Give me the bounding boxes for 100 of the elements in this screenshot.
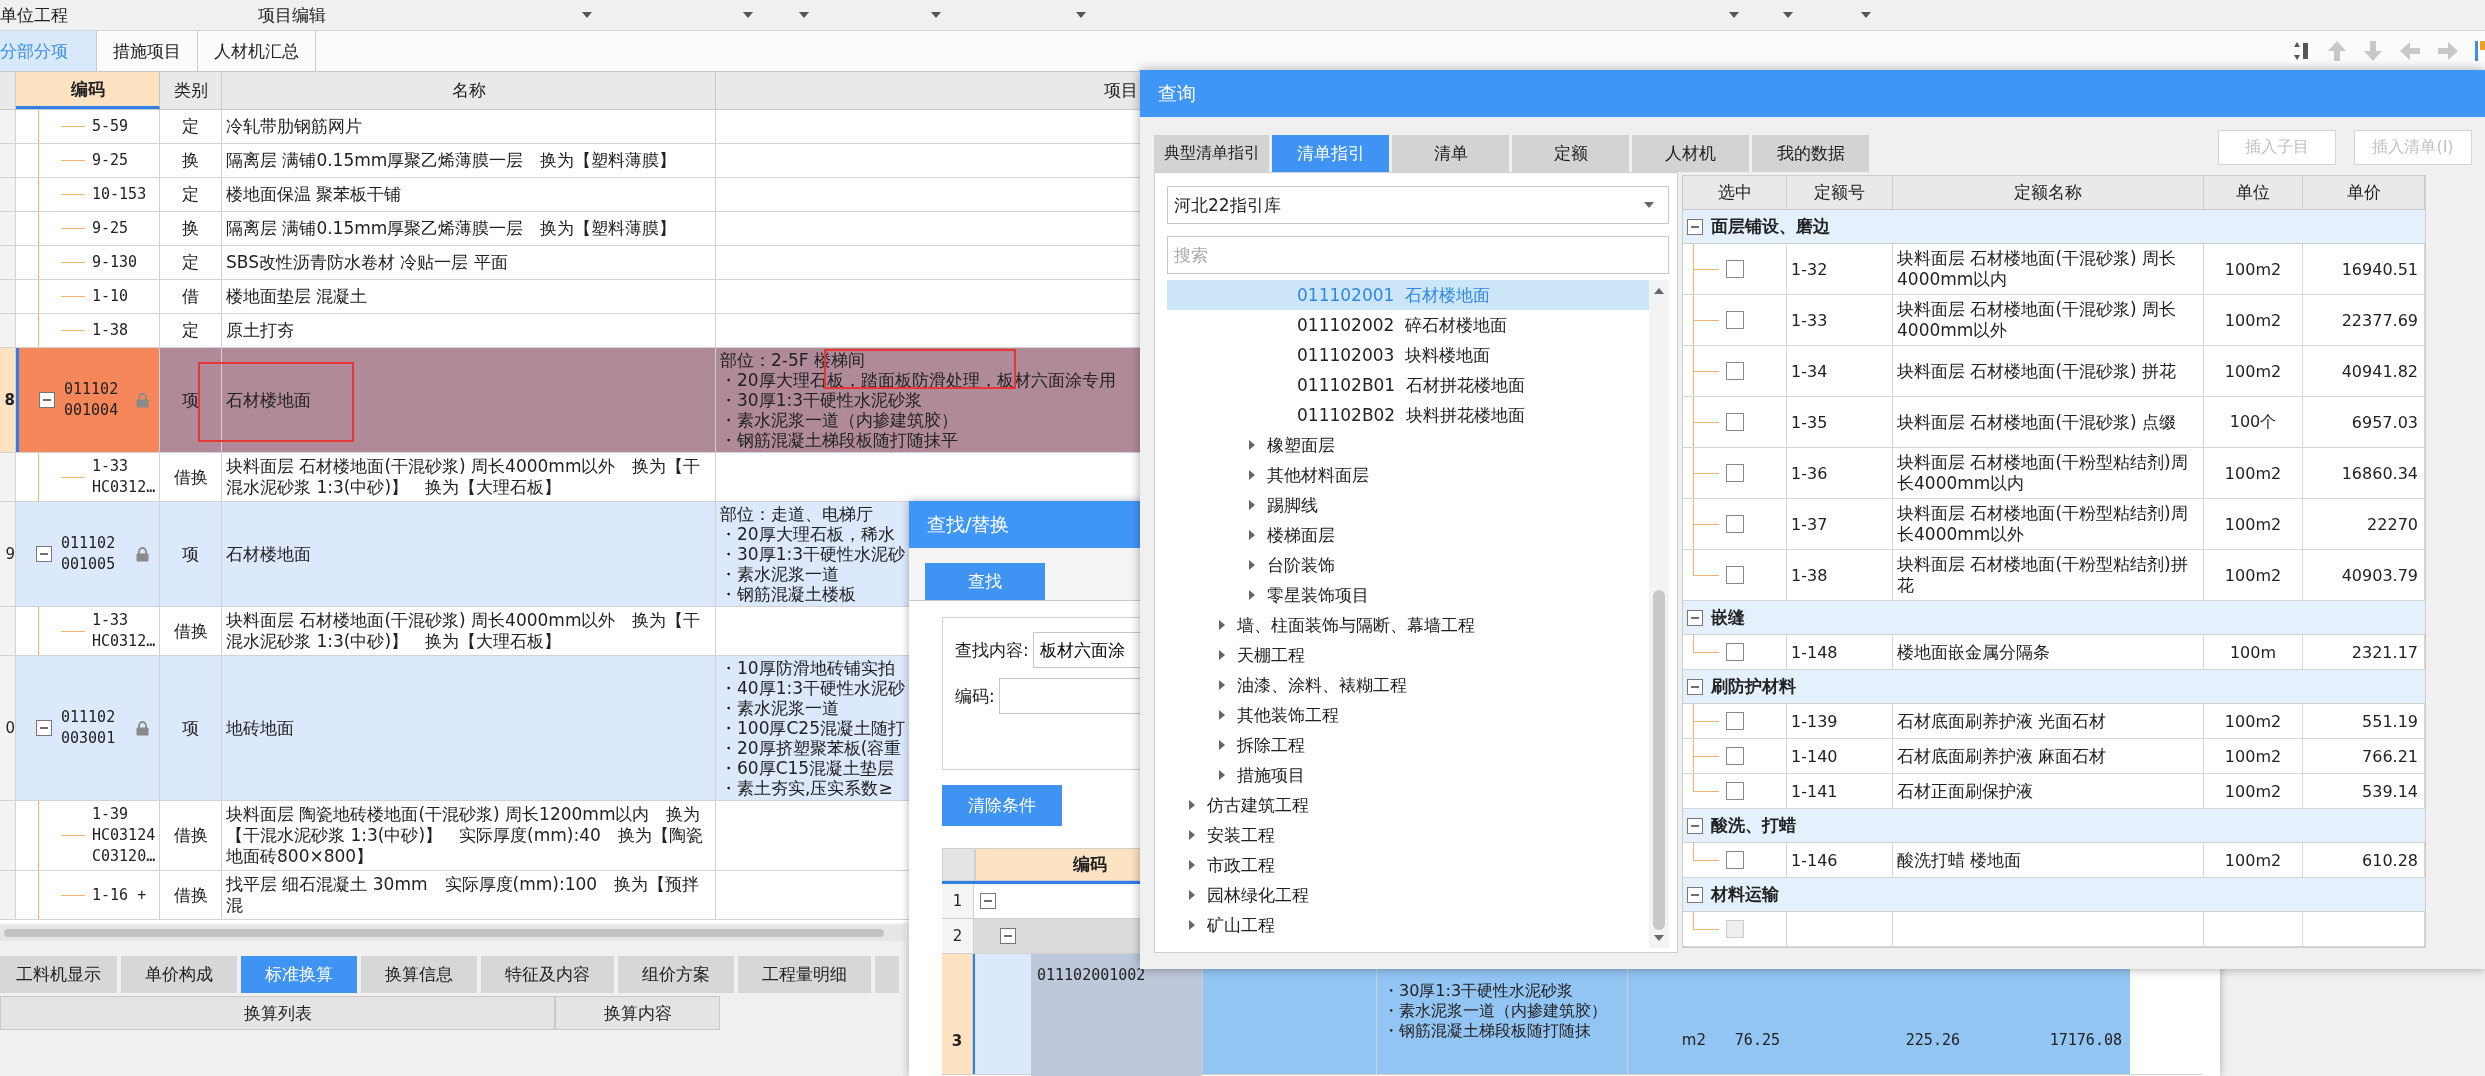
name-text: SBS改性沥青防水卷材 冷贴一层 平面	[226, 252, 508, 273]
code-text: 011102 001004	[64, 379, 119, 421]
value-text: 225.26	[1905, 1031, 1960, 1049]
table-cell: 1-139	[1787, 704, 1893, 738]
group-label: 酸洗、打蜡	[1711, 814, 1796, 837]
type-cell: 借	[160, 280, 222, 313]
name-text: 块料面层 石材楼地面(干混砂浆) 周长4000mm以外 换为【干混水泥砂浆 1:3(中砂)】 换为【大理石板】	[226, 610, 702, 652]
type-cell: 换	[160, 144, 222, 177]
table-cell: 16940.51	[2303, 244, 2425, 294]
name-text: 找平层 细石混凝土 30mm 实际厚度(mm):100 换为【预拌混	[226, 874, 701, 916]
table-cell: 100m2	[2204, 774, 2303, 808]
type-cell: 项	[160, 348, 222, 452]
code-text: 1-38	[92, 320, 129, 341]
table-cell: 1-36	[1787, 448, 1893, 498]
table-cell: 1-148	[1787, 635, 1893, 669]
dialog-title: 查询	[1140, 70, 2485, 117]
feature-text: 部位：走道、电梯厅 ・20厚大理石板，稀水 ・30厚1:3干硬性水泥砂 ・素水泥浆一道 ・钢筋混凝土楼板	[720, 504, 905, 604]
code-text: 5-59	[92, 116, 129, 137]
name-text: 隔离层 满铺0.15mm厚聚乙烯薄膜一层 换为【塑料薄膜】	[226, 218, 677, 239]
table-cell: 1-34	[1787, 346, 1893, 396]
table-cell: 块料面层 石材楼地面(干粉型粘结剂)拼花	[1893, 550, 2204, 600]
group-label: 嵌缝	[1711, 606, 1745, 629]
name-text: 石材楼地面	[226, 543, 311, 565]
code-text: 10-153	[92, 184, 147, 205]
table-cell: 1-140	[1787, 739, 1893, 773]
table-cell: 1-32	[1787, 244, 1893, 294]
name-text: 块料面层 陶瓷地砖楼地面(干混砂浆) 周长1200mm以内 换为【干混水泥砂浆 1:3(中砂)】 实际厚度(mm):40 换为【陶瓷地面砖800×800】	[226, 804, 704, 867]
name-text: 石材楼地面	[226, 389, 311, 411]
type-cell: 借换	[160, 871, 222, 919]
code-text: 1-33 HC0312…	[92, 456, 156, 498]
table-cell: 100m2	[2204, 499, 2303, 549]
table-cell: 100m	[2204, 635, 2303, 669]
table-cell: 楼地面嵌金属分隔条	[1893, 635, 2204, 669]
name-text: 楼地面垫层 混凝土	[226, 286, 368, 307]
table-cell: 块料面层 石材楼地面(干混砂浆) 拼花	[1893, 346, 2204, 396]
table-cell: 块料面层 石材楼地面(干混砂浆) 周长4000mm以外	[1893, 295, 2204, 345]
code-text: 1-16 +	[92, 884, 147, 906]
table-cell: 16860.34	[2303, 448, 2425, 498]
table-cell: 766.21	[2303, 739, 2425, 773]
table-cell: 610.28	[2303, 843, 2425, 877]
table-cell: 1-146	[1787, 843, 1893, 877]
value-text: 17176.08	[2049, 1031, 2122, 1049]
code-text: 9-130	[92, 252, 138, 273]
table-cell: 块料面层 石材楼地面(干混砂浆) 点缀	[1893, 397, 2204, 447]
dropdown-value: 河北22指引库	[1174, 193, 1281, 217]
table-cell: 酸洗打蜡 楼地面	[1893, 843, 2204, 877]
table-cell: 1-37	[1787, 499, 1893, 549]
table-cell: 551.19	[2303, 704, 2425, 738]
code-text: 011102 001005	[61, 533, 116, 575]
name-text: 冷轧带肋钢筋网片	[226, 116, 362, 137]
name-text: 地砖地面	[226, 717, 294, 739]
group-label: 刷防护材料	[1711, 675, 1796, 698]
table-cell: 100m2	[2204, 244, 2303, 294]
feature-text: ・30厚1:3干硬性水泥砂浆 ・素水泥浆一道（内掺建筑胶） ・钢筋混凝土梯段板随打随抹	[1383, 981, 1607, 1041]
table-cell: 块料面层 石材楼地面(干混砂浆) 周长4000mm以内	[1893, 244, 2204, 294]
table-cell: 2321.17	[2303, 635, 2425, 669]
type-cell: 借换	[160, 801, 222, 870]
table-cell: 40941.82	[2303, 346, 2425, 396]
table-cell: 100m2	[2204, 346, 2303, 396]
row-number: 2	[942, 919, 974, 953]
table-cell: 22270	[2303, 499, 2425, 549]
unit-text: m2	[1681, 1031, 1706, 1049]
column-header: 换算列表	[0, 996, 555, 1030]
field-label: 查找内容:	[955, 638, 1029, 662]
type-cell: 定	[160, 246, 222, 279]
type-cell: 借换	[160, 453, 222, 501]
type-cell: 换	[160, 212, 222, 245]
table-cell: 40903.79	[2303, 550, 2425, 600]
feature-text: ・10厚防滑地砖铺实拍 ・40厚1:3干硬性水泥砂 ・素水泥浆一道 ・100厚C25混凝土随打 ・20厚挤塑聚苯板(容重 ・60厚C15混凝土垫层 ・素土夯实,压实系数≥	[720, 658, 905, 798]
table-cell: 100m2	[2204, 843, 2303, 877]
table-cell: 100m2	[2204, 295, 2303, 345]
row-number: 1	[942, 884, 974, 918]
table-cell: 石材底面刷养护液 麻面石材	[1893, 739, 2204, 773]
table-cell: 1-141	[1787, 774, 1893, 808]
row-number: 8	[0, 348, 16, 452]
code-text: 1-33 HC0312…	[92, 610, 156, 652]
table-cell: 22377.69	[2303, 295, 2425, 345]
table-cell: 块料面层 石材楼地面(干粉型粘结剂)周长4000mm以外	[1893, 499, 2204, 549]
table-cell: 1-33	[1787, 295, 1893, 345]
code-text: 9-25	[92, 150, 129, 171]
code-text: 1-10	[92, 286, 129, 307]
table-cell: 1-35	[1787, 397, 1893, 447]
type-cell: 项	[160, 502, 222, 606]
group-label: 面层铺设、磨边	[1711, 215, 1830, 238]
table-cell: 100m2	[2204, 704, 2303, 738]
type-cell: 定	[160, 314, 222, 347]
code-text: 9-25	[92, 218, 129, 239]
table-cell: 100个	[2204, 397, 2303, 447]
type-cell: 借换	[160, 607, 222, 655]
code-text: 011102 003001	[61, 707, 116, 749]
type-cell: 定	[160, 110, 222, 143]
table-cell: 100m2	[2204, 448, 2303, 498]
value-text: 76.25	[1734, 1031, 1780, 1049]
row-number: 9	[0, 502, 16, 606]
table-cell: 石材正面刷保护液	[1893, 774, 2204, 808]
code-text: 011102001002	[1031, 954, 1202, 1076]
table-cell: 539.14	[2303, 774, 2425, 808]
table-cell: 6957.03	[2303, 397, 2425, 447]
field-label: 编码:	[955, 684, 995, 708]
table-cell: 100m2	[2204, 550, 2303, 600]
